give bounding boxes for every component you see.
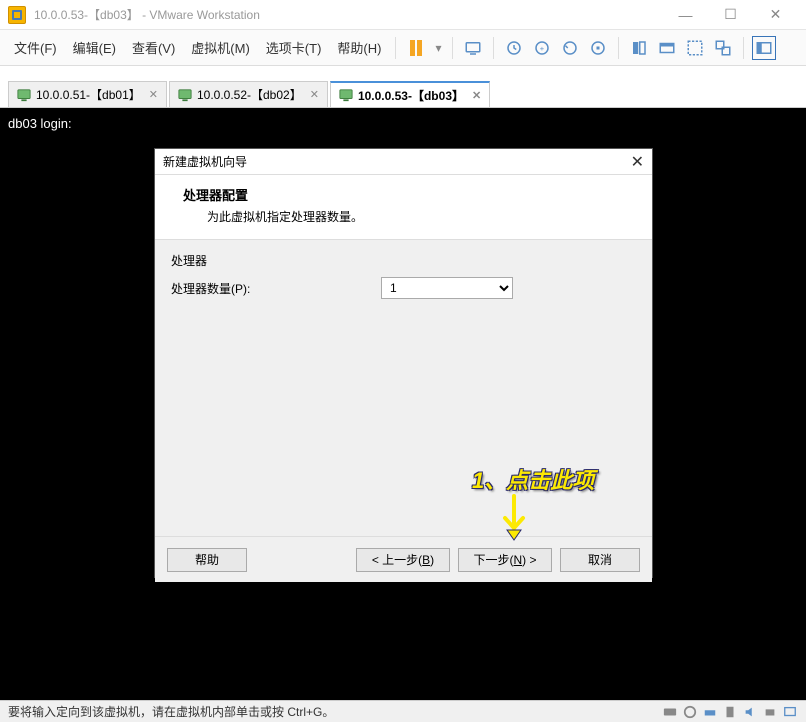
display-icon[interactable]: [782, 704, 798, 720]
menu-vm[interactable]: 虚拟机(M): [183, 32, 258, 63]
processors-label: 处理器数量(P):: [171, 280, 381, 297]
menu-tabs[interactable]: 选项卡(T): [258, 32, 330, 63]
network-icon[interactable]: [702, 704, 718, 720]
pause-button[interactable]: [404, 36, 428, 60]
menu-edit[interactable]: 编辑(E): [65, 32, 124, 63]
menu-file[interactable]: 文件(F): [6, 32, 65, 63]
fullscreen-icon[interactable]: [683, 36, 707, 60]
wizard-titlebar: 新建虚拟机向导 ✕: [155, 149, 652, 175]
app-icon: [8, 6, 26, 24]
svg-text:+: +: [540, 44, 545, 53]
fit-window-icon[interactable]: [655, 36, 679, 60]
processors-select[interactable]: 1: [381, 277, 513, 299]
tabbar: 10.0.0.51-【db01】 ✕ 10.0.0.52-【db02】 ✕ 10…: [0, 78, 806, 108]
vm-icon: [339, 88, 353, 102]
snapshot-revert-icon[interactable]: [558, 36, 582, 60]
snapshot-icon[interactable]: [502, 36, 526, 60]
tab-label: 10.0.0.53-【db03】: [358, 87, 464, 104]
send-ctrlaltdel-icon[interactable]: [461, 36, 485, 60]
menubar: 文件(F) 编辑(E) 查看(V) 虚拟机(M) 选项卡(T) 帮助(H) ▾ …: [0, 30, 806, 66]
cd-icon[interactable]: [682, 704, 698, 720]
tab-close-icon[interactable]: ✕: [310, 88, 319, 101]
snapshot-manager-icon[interactable]: [586, 36, 610, 60]
unity-icon[interactable]: [711, 36, 735, 60]
device-tray: [662, 704, 798, 720]
tab-close-icon[interactable]: ✕: [472, 89, 481, 102]
help-button[interactable]: 帮助: [167, 548, 247, 572]
status-text: 要将输入定向到该虚拟机，请在虚拟机内部单击或按 Ctrl+G。: [8, 703, 334, 720]
snapshot-take-icon[interactable]: +: [530, 36, 554, 60]
tab-close-icon[interactable]: ✕: [149, 88, 158, 101]
maximize-button[interactable]: ☐: [708, 1, 753, 29]
wizard-close-icon[interactable]: ✕: [631, 152, 644, 172]
section-label: 处理器: [171, 252, 636, 269]
wizard-footer: 帮助 < 上一步(B) 下一步(N) > 取消: [155, 536, 652, 582]
tab-label: 10.0.0.52-【db02】: [197, 86, 302, 103]
new-vm-wizard: 新建虚拟机向导 ✕ 处理器配置 为此虚拟机指定处理器数量。 处理器 处理器数量(…: [154, 148, 653, 578]
close-button[interactable]: ✕: [753, 1, 798, 29]
cancel-button[interactable]: 取消: [560, 548, 640, 572]
titlebar: 10.0.0.53-【db03】 - VMware Workstation — …: [0, 0, 806, 30]
tab-db03[interactable]: 10.0.0.53-【db03】 ✕: [330, 81, 490, 107]
usb-icon[interactable]: [722, 704, 738, 720]
vm-icon: [17, 88, 31, 102]
wizard-header: 处理器配置 为此虚拟机指定处理器数量。: [155, 175, 652, 240]
next-button[interactable]: 下一步(N) >: [458, 548, 552, 572]
wizard-body: 处理器 处理器数量(P): 1: [155, 240, 652, 536]
harddisk-icon[interactable]: [662, 704, 678, 720]
sound-icon[interactable]: [742, 704, 758, 720]
tab-label: 10.0.0.51-【db01】: [36, 86, 141, 103]
wizard-heading: 处理器配置: [183, 185, 632, 204]
back-button[interactable]: < 上一步(B): [356, 548, 450, 572]
wizard-subheading: 为此虚拟机指定处理器数量。: [183, 204, 632, 225]
printer-icon[interactable]: [762, 704, 778, 720]
wizard-title-text: 新建虚拟机向导: [163, 153, 247, 170]
statusbar: 要将输入定向到该虚拟机，请在虚拟机内部单击或按 Ctrl+G。: [0, 700, 806, 722]
menu-help[interactable]: 帮助(H): [329, 32, 389, 63]
terminal-line: db03 login:: [8, 116, 798, 131]
dropdown-icon[interactable]: ▾: [432, 36, 444, 60]
vm-icon: [178, 88, 192, 102]
menu-view[interactable]: 查看(V): [124, 32, 183, 63]
tab-db01[interactable]: 10.0.0.51-【db01】 ✕: [8, 81, 167, 107]
fit-guest-icon[interactable]: [627, 36, 651, 60]
window-title: 10.0.0.53-【db03】 - VMware Workstation: [34, 6, 260, 23]
thumbnail-icon[interactable]: [752, 36, 776, 60]
minimize-button[interactable]: —: [663, 1, 708, 29]
tab-db02[interactable]: 10.0.0.52-【db02】 ✕: [169, 81, 328, 107]
